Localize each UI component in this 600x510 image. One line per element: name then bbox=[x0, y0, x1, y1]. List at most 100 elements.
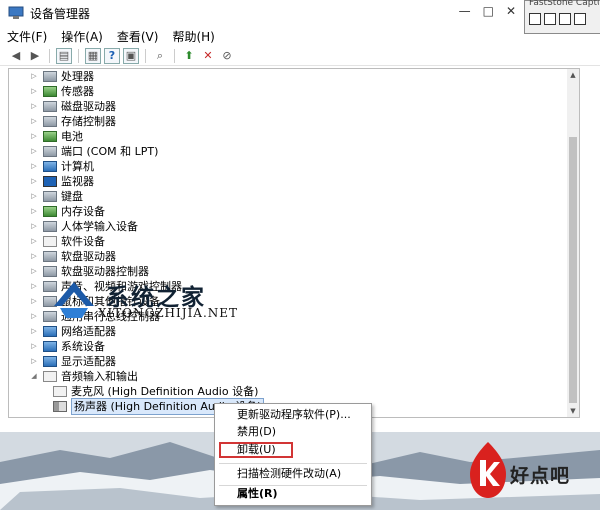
capture-window-icon[interactable] bbox=[529, 13, 541, 25]
device-manager-icon bbox=[8, 6, 24, 19]
tree-item[interactable]: ◢ 音频输入和输出 bbox=[29, 369, 138, 384]
speaker-icon bbox=[53, 401, 67, 412]
forward-icon[interactable]: ▶ bbox=[27, 48, 43, 64]
expand-arrow-icon[interactable]: ▷ bbox=[29, 144, 39, 159]
close-button[interactable]: ✕ bbox=[506, 4, 516, 18]
capture-object-icon[interactable] bbox=[559, 13, 571, 25]
tree-item-label: 处理器 bbox=[61, 70, 94, 83]
cpu-icon bbox=[43, 71, 57, 82]
disable-icon[interactable]: ⊘ bbox=[219, 48, 235, 64]
tree-item[interactable]: ▷ 传感器 bbox=[29, 84, 94, 99]
expand-arrow-icon[interactable]: ▷ bbox=[29, 324, 39, 339]
expand-arrow-icon[interactable]: ▷ bbox=[29, 354, 39, 369]
expand-arrow-icon[interactable]: ▷ bbox=[29, 309, 39, 324]
tree-item[interactable]: ▷ 显示适配器 bbox=[29, 354, 116, 369]
brand-text: 好点吧 bbox=[510, 465, 571, 487]
expand-arrow-icon[interactable]: ▷ bbox=[29, 249, 39, 264]
tree-item[interactable]: ▷ 端口 (COM 和 LPT) bbox=[29, 144, 158, 159]
battery-icon bbox=[43, 131, 57, 142]
show-hidden-icon[interactable]: ▦ bbox=[85, 47, 101, 64]
expand-arrow-icon[interactable]: ▷ bbox=[29, 264, 39, 279]
watermark-logo-icon bbox=[54, 282, 94, 318]
expand-arrow-icon[interactable]: ▷ bbox=[29, 174, 39, 189]
tree-item-label: 人体学输入设备 bbox=[61, 220, 138, 233]
menu-item-scan-hardware[interactable]: 扫描检测硬件改动(A) bbox=[237, 466, 341, 482]
expand-arrow-icon[interactable]: ▷ bbox=[29, 114, 39, 129]
expand-arrow-icon[interactable]: ▷ bbox=[29, 159, 39, 174]
update-driver-icon[interactable]: ⬆ bbox=[181, 48, 197, 64]
window-controls: — □ ✕ bbox=[459, 4, 516, 18]
tree-item-label: 传感器 bbox=[61, 85, 94, 98]
tree-item[interactable]: ▷ 存储控制器 bbox=[29, 114, 116, 129]
watermark: 系统之家 XITONGZHIJIA.NET bbox=[48, 270, 278, 340]
expand-arrow-icon[interactable]: ▷ bbox=[29, 294, 39, 309]
expand-arrow-icon[interactable]: ▷ bbox=[29, 129, 39, 144]
expand-arrow-icon[interactable]: ▷ bbox=[29, 279, 39, 294]
expand-arrow-icon[interactable]: ▷ bbox=[29, 69, 39, 84]
scroll-up-arrow-icon[interactable]: ▲ bbox=[567, 69, 579, 81]
menu-file[interactable]: 文件(F) bbox=[0, 28, 54, 45]
audio-io-icon bbox=[43, 371, 57, 382]
scan-icon[interactable]: ⌕ bbox=[152, 48, 168, 64]
back-icon[interactable]: ◀ bbox=[8, 48, 24, 64]
port-icon bbox=[43, 146, 57, 157]
expand-arrow-icon[interactable]: ▷ bbox=[29, 99, 39, 114]
device-manager-window: 设备管理器 — □ ✕ 文件(F) 操作(A) 查看(V) 帮助(H) ◀ ▶ … bbox=[0, 0, 600, 432]
tree-item[interactable]: ▷ 内存设备 bbox=[29, 204, 105, 219]
menu-help[interactable]: 帮助(H) bbox=[165, 28, 221, 45]
menu-item-update-driver[interactable]: 更新驱动程序软件(P)... bbox=[237, 407, 351, 423]
view-icon[interactable]: ▣ bbox=[123, 47, 139, 64]
tree-item[interactable]: ▷ 软件设备 bbox=[29, 234, 105, 249]
help-icon[interactable]: ? bbox=[104, 47, 120, 64]
scroll-thumb[interactable] bbox=[569, 137, 577, 403]
context-menu: 更新驱动程序软件(P)... 禁用(D) 卸载(U) 扫描检测硬件改动(A) 属… bbox=[214, 403, 372, 506]
capture-toolbar[interactable]: FastStone Capture bbox=[524, 0, 600, 34]
tree-item[interactable]: ▷ 处理器 bbox=[29, 69, 94, 84]
tree-item[interactable]: ▷ 软盘驱动器 bbox=[29, 249, 116, 264]
vertical-scrollbar[interactable]: ▲ ▼ bbox=[567, 69, 579, 417]
software-device-icon bbox=[43, 236, 57, 247]
menu-view[interactable]: 查看(V) bbox=[110, 28, 166, 45]
menu-item-properties[interactable]: 属性(R) bbox=[237, 486, 278, 502]
capture-fullscreen-icon[interactable] bbox=[574, 13, 586, 25]
capture-region-icon[interactable] bbox=[544, 13, 556, 25]
toolbar-separator bbox=[174, 48, 175, 63]
properties-icon[interactable]: ▤ bbox=[56, 47, 72, 64]
capture-toolbar-title: FastStone Capture bbox=[529, 0, 599, 8]
storage-controller-icon bbox=[43, 116, 57, 127]
tree-child-item[interactable]: 麦克风 (High Definition Audio 设备) bbox=[49, 384, 258, 399]
tree-item[interactable]: ▷ 磁盘驱动器 bbox=[29, 99, 116, 114]
watermark-url: XITONGZHIJIA.NET bbox=[98, 306, 239, 320]
menu-bar: 文件(F) 操作(A) 查看(V) 帮助(H) bbox=[0, 26, 600, 46]
expand-arrow-icon[interactable]: ▷ bbox=[29, 189, 39, 204]
menu-action[interactable]: 操作(A) bbox=[54, 28, 110, 45]
computer-icon bbox=[43, 161, 57, 172]
tree-item-label: 计算机 bbox=[61, 160, 94, 173]
memory-icon bbox=[43, 206, 57, 217]
tree-item[interactable]: ▷ 键盘 bbox=[29, 189, 83, 204]
menu-separator bbox=[219, 463, 367, 464]
toolbar-separator bbox=[145, 48, 146, 63]
tree-item[interactable]: ▷ 人体学输入设备 bbox=[29, 219, 138, 234]
expand-arrow-icon[interactable]: ▷ bbox=[29, 219, 39, 234]
menu-item-disable[interactable]: 禁用(D) bbox=[237, 424, 276, 440]
scroll-down-arrow-icon[interactable]: ▼ bbox=[567, 405, 579, 417]
expand-arrow-icon[interactable]: ▷ bbox=[29, 339, 39, 354]
collapse-arrow-icon[interactable]: ◢ bbox=[29, 369, 39, 384]
brand-logo-icon bbox=[470, 442, 506, 498]
tree-item-label: 电池 bbox=[61, 130, 83, 143]
uninstall-icon[interactable]: ✕ bbox=[200, 48, 216, 64]
menu-item-uninstall[interactable]: 卸载(U) bbox=[237, 442, 276, 458]
expand-arrow-icon[interactable]: ▷ bbox=[29, 84, 39, 99]
tree-item[interactable]: ▷ 计算机 bbox=[29, 159, 94, 174]
microphone-icon bbox=[53, 386, 67, 397]
tree-item[interactable]: ▷ 系统设备 bbox=[29, 339, 105, 354]
minimize-button[interactable]: — bbox=[459, 4, 471, 18]
expand-arrow-icon[interactable]: ▷ bbox=[29, 204, 39, 219]
maximize-button[interactable]: □ bbox=[483, 4, 494, 18]
toolbar-separator bbox=[78, 48, 79, 63]
title-bar[interactable]: 设备管理器 — □ ✕ bbox=[0, 0, 600, 26]
expand-arrow-icon[interactable]: ▷ bbox=[29, 234, 39, 249]
tree-item[interactable]: ▷ 电池 bbox=[29, 129, 83, 144]
tree-item[interactable]: ▷ 监视器 bbox=[29, 174, 94, 189]
